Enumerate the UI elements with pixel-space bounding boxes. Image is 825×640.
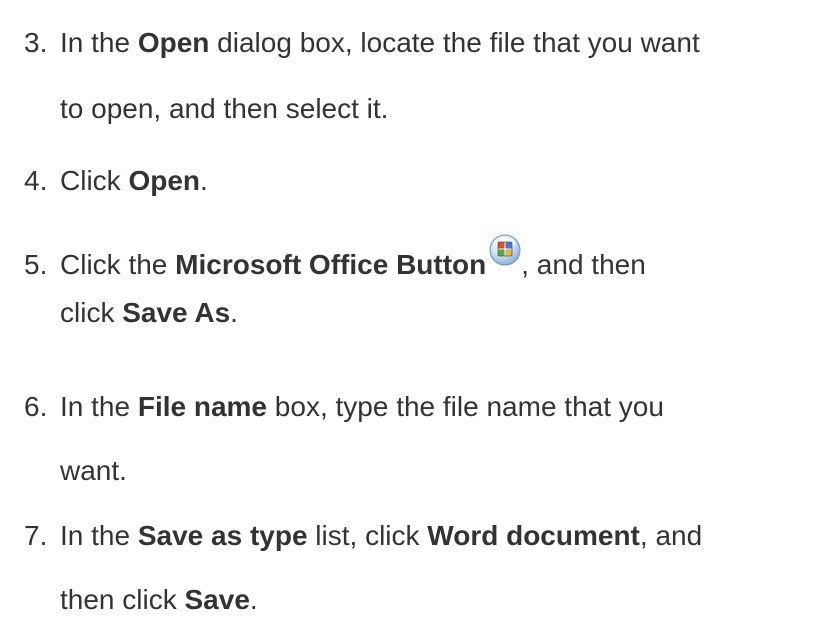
step-text-part: Click xyxy=(60,165,129,196)
step-line: to open, and then select it. xyxy=(60,93,389,124)
step-text-part: . xyxy=(249,584,258,615)
step-text-part: box, type the file name that you xyxy=(267,391,664,422)
step-text-part: , and xyxy=(639,520,703,551)
ui-term-open: Open xyxy=(128,165,201,196)
step-4: 4. Click Open. xyxy=(24,153,208,209)
step-text: In the Save as type list, click Word doc… xyxy=(60,504,702,632)
step-text-part: In the xyxy=(60,520,138,551)
step-text-part: In the xyxy=(60,391,138,422)
step-number: 3. xyxy=(24,27,48,58)
ui-term-open: Open xyxy=(137,27,210,58)
step-line: want. xyxy=(60,455,127,486)
step-text-part: list, click xyxy=(307,520,428,551)
step-3: 3. In the Open dialog box, locate the fi… xyxy=(24,10,700,142)
step-text-part: dialog box, locate the file that you wan… xyxy=(209,27,700,58)
step-text-part: . xyxy=(200,165,208,196)
ui-term-save-as-type: Save as type xyxy=(137,520,308,551)
step-text-part: click xyxy=(60,297,123,328)
step-7: 7. In the Save as type list, click Word … xyxy=(24,504,702,632)
step-5: 5. Click the Microsoft Office Button , a… xyxy=(24,234,646,337)
step-number: 4. xyxy=(24,165,48,196)
microsoft-office-button-icon xyxy=(489,233,521,266)
step-line: In the Save as type list, click Word doc… xyxy=(60,504,702,568)
ui-term-word-document: Word document xyxy=(427,520,640,551)
step-line: click Save As. xyxy=(60,289,646,337)
step-text-part: then click xyxy=(60,584,185,615)
step-text: In the File name box, type the file name… xyxy=(60,375,664,503)
ui-term-file-name: File name xyxy=(137,391,268,422)
step-text: Click Open. xyxy=(60,153,208,209)
step-line: Click the Microsoft Office Button , and … xyxy=(60,234,646,289)
step-line: In the File name box, type the file name… xyxy=(60,375,664,439)
step-line: then click Save. xyxy=(60,568,702,632)
step-text: In the Open dialog box, locate the file … xyxy=(60,10,700,142)
step-text: Click the Microsoft Office Button , and … xyxy=(60,234,646,337)
ui-term-save: Save xyxy=(184,584,250,615)
step-line: Click Open. xyxy=(60,153,208,209)
step-number: 7. xyxy=(24,520,48,551)
step-text-part: . xyxy=(230,297,238,328)
step-6: 6. In the File name box, type the file n… xyxy=(24,375,664,503)
step-number: 6. xyxy=(24,391,48,422)
step-line: In the Open dialog box, locate the file … xyxy=(60,10,700,76)
ui-term-save-as: Save As xyxy=(122,297,231,328)
step-text-part: In the xyxy=(60,27,138,58)
step-text-part: Click the xyxy=(60,249,176,280)
step-number: 5. xyxy=(24,249,48,280)
step-text-part: , and then xyxy=(521,249,646,280)
ui-term-office-button: Microsoft Office Button xyxy=(175,249,487,280)
